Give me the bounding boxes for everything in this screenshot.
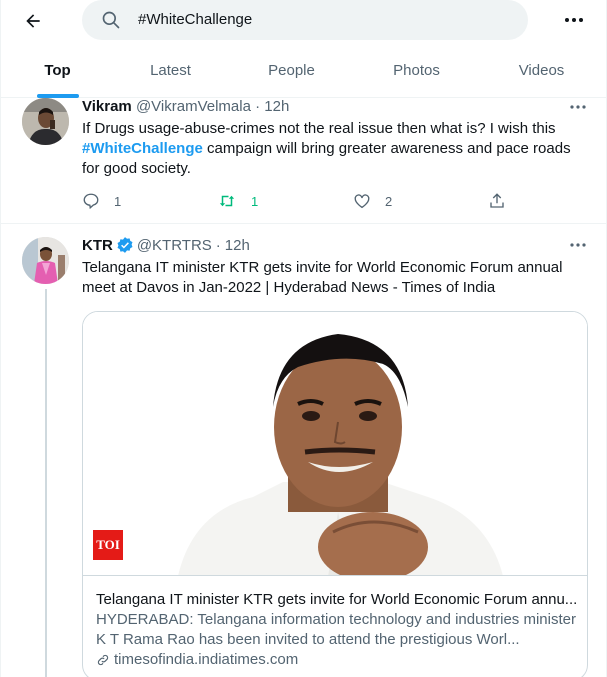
retweet-count: 1 — [251, 193, 259, 209]
tab-label: Top — [44, 62, 71, 79]
avatar[interactable] — [22, 237, 69, 284]
link-preview-card[interactable]: TOI Telangana IT minister KTR gets invit… — [82, 311, 588, 677]
timestamp[interactable]: 12h — [264, 98, 289, 115]
display-name[interactable]: Vikram — [82, 98, 132, 115]
tweet-more-button[interactable] — [567, 236, 589, 254]
hashtag-link[interactable]: #WhiteChallenge — [82, 140, 203, 157]
search-query: #WhiteChallenge — [138, 11, 253, 28]
card-title: Telangana IT minister KTR gets invite fo… — [96, 591, 578, 608]
tab-latest[interactable]: Latest — [114, 52, 227, 98]
search-results-page: #WhiteChallenge Top Latest People Photos… — [0, 0, 607, 677]
handle[interactable]: @KTRTRS — [137, 237, 212, 254]
tweet-text: If Drugs usage-abuse-crimes not the real… — [82, 119, 582, 179]
share-icon — [490, 193, 504, 208]
tab-top[interactable]: Top — [1, 52, 114, 98]
handle[interactable]: @VikramVelmala — [136, 98, 251, 115]
card-domain: timesofindia.indiatimes.com — [96, 650, 580, 670]
search-icon — [101, 10, 121, 35]
reply-icon — [83, 193, 99, 210]
tab-people[interactable]: People — [235, 52, 348, 98]
like-count: 2 — [385, 193, 393, 209]
thread-line — [45, 289, 47, 677]
tab-photos[interactable]: Photos — [360, 52, 473, 98]
tweet-text: Telangana IT minister KTR gets invite fo… — [82, 259, 563, 296]
tab-label: Latest — [150, 62, 191, 79]
verified-badge-icon — [117, 237, 133, 253]
timestamp[interactable]: 12h — [225, 237, 250, 254]
avatar[interactable] — [22, 98, 69, 145]
card-body: Telangana IT minister KTR gets invite fo… — [96, 590, 580, 670]
card-image: TOI — [83, 312, 587, 576]
tweet-header: Vikram @VikramVelmala · 12h — [82, 98, 289, 115]
card-domain-text: timesofindia.indiatimes.com — [114, 651, 299, 668]
share-button[interactable] — [488, 192, 506, 210]
link-icon — [97, 654, 109, 666]
arrow-left-icon — [26, 14, 40, 28]
more-options-button[interactable] — [559, 6, 589, 34]
retweet-icon — [219, 195, 235, 207]
tab-label: Videos — [518, 62, 565, 79]
tab-label: People — [268, 62, 315, 79]
tweet[interactable]: Vikram @VikramVelmala · 12h If Drugs usa… — [1, 98, 606, 224]
back-button[interactable] — [15, 4, 51, 38]
search-tabs: Top Latest People Photos Videos — [1, 52, 606, 98]
heart-icon — [354, 194, 370, 209]
more-horizontal-icon — [565, 18, 583, 22]
search-input[interactable]: #WhiteChallenge — [82, 0, 528, 40]
like-button[interactable]: 2 — [353, 192, 392, 210]
tweet-text-part: If Drugs usage-abuse-crimes not the real… — [82, 120, 556, 137]
card-description: HYDERABAD: Telangana information technol… — [96, 611, 576, 648]
tweet-more-button[interactable] — [567, 98, 589, 116]
top-bar: #WhiteChallenge — [1, 0, 606, 42]
separator: · — [255, 98, 261, 115]
tweet-header: KTR @KTRTRS · 12h — [82, 236, 250, 254]
reply-count: 1 — [114, 193, 122, 209]
tab-label: Photos — [393, 62, 440, 79]
separator: · — [215, 236, 221, 254]
toi-logo: TOI — [93, 530, 123, 560]
more-horizontal-icon — [570, 105, 586, 109]
reply-button[interactable]: 1 — [82, 192, 121, 210]
more-horizontal-icon — [570, 243, 586, 247]
tab-videos[interactable]: Videos — [485, 52, 598, 98]
retweet-button[interactable]: 1 — [217, 192, 258, 210]
display-name[interactable]: KTR — [82, 237, 113, 254]
